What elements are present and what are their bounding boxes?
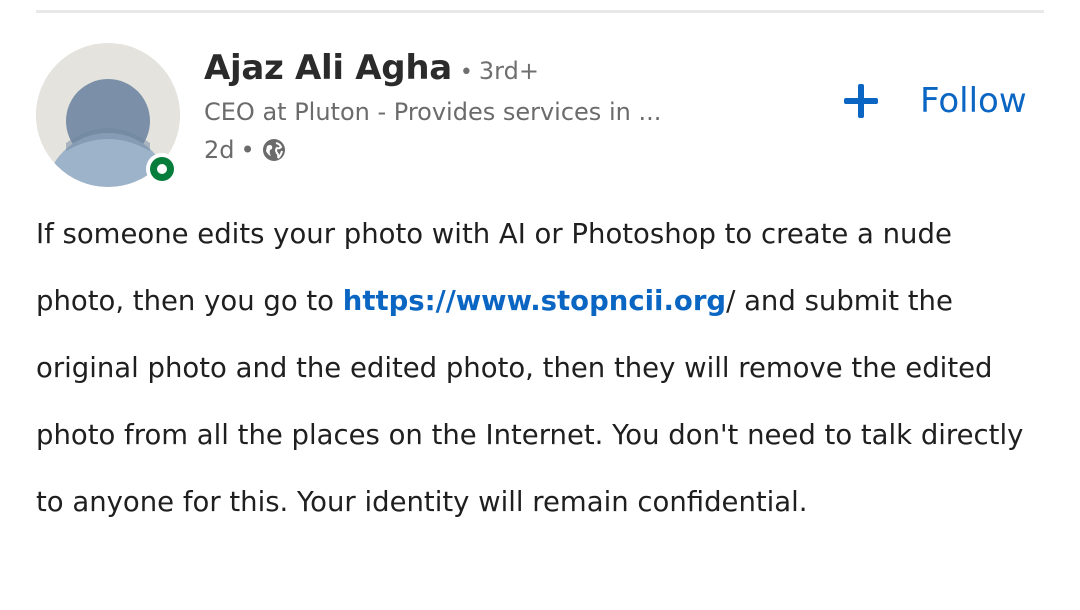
online-status-icon bbox=[150, 157, 174, 181]
author-avatar-container[interactable] bbox=[36, 43, 180, 187]
post-link[interactable]: https://www.stopncii.org bbox=[343, 285, 726, 317]
presence-indicator bbox=[146, 153, 178, 185]
top-divider bbox=[36, 10, 1044, 13]
author-name-row: Ajaz Ali Agha • 3rd+ bbox=[204, 48, 684, 88]
author-info: Ajaz Ali Agha • 3rd+ CEO at Pluton - Pro… bbox=[204, 48, 684, 164]
author-name[interactable]: Ajaz Ali Agha bbox=[204, 48, 452, 88]
author-headline: CEO at Pluton - Provides services in ... bbox=[204, 98, 662, 126]
post-text-end: / and submit the original photo and the … bbox=[36, 285, 1024, 518]
follow-button[interactable]: Follow bbox=[840, 80, 1027, 122]
follow-label: Follow bbox=[920, 81, 1027, 121]
meta-separator: • bbox=[240, 136, 255, 164]
globe-icon bbox=[261, 137, 287, 163]
post-meta: 2d • bbox=[204, 136, 684, 164]
post-time: 2d bbox=[204, 136, 235, 164]
plus-icon bbox=[840, 80, 882, 122]
connection-degree: 3rd+ bbox=[478, 57, 539, 85]
degree-separator: • bbox=[459, 60, 473, 85]
post-text: If someone edits your photo with AI or P… bbox=[36, 201, 1046, 536]
